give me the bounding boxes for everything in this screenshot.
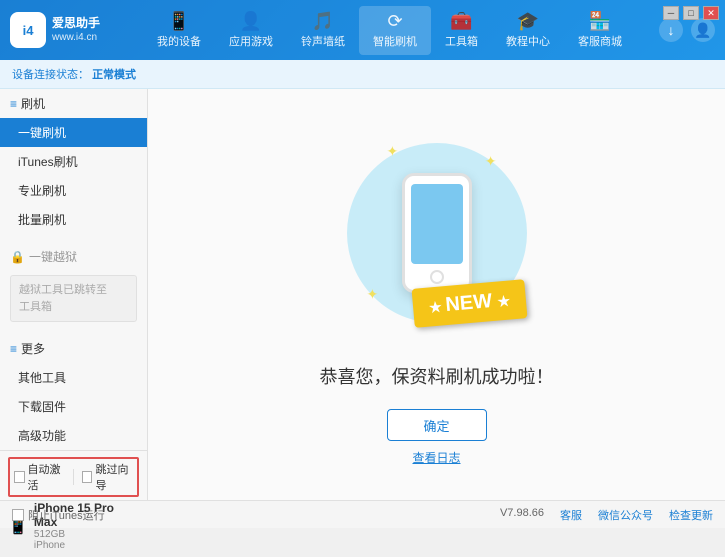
nav-tutorial[interactable]: 🎓 教程中心 <box>492 6 564 55</box>
auto-activate-checkbox[interactable] <box>14 471 25 483</box>
device-bottom: 自动激活 跳过向导 📱 iPhone 15 Pro Max 512GB iPho… <box>0 450 147 557</box>
wechat-link[interactable]: 微信公众号 <box>598 507 653 523</box>
disabled-notice: 越狱工具已跳转至 工具箱 <box>10 275 137 322</box>
header-right: ↓ 👤 <box>659 18 715 42</box>
check-update-link[interactable]: 检查更新 <box>669 507 713 523</box>
stop-itunes-checkbox[interactable] <box>12 509 24 521</box>
sidebar-item-one-key-flash[interactable]: 一键刷机 <box>0 118 147 147</box>
sidebar-section-jailbreak: 🔒 一键越狱 <box>0 242 147 271</box>
download-button[interactable]: ↓ <box>659 18 683 42</box>
skip-backup-checkbox[interactable] <box>82 471 93 483</box>
sidebar-item-pro-flash[interactable]: 专业刷机 <box>0 176 147 205</box>
header: i4 爱思助手 www.i4.cn 📱 我的设备 👤 应用游戏 🎵 铃声墙纸 ⟳ <box>0 0 725 60</box>
nav-smart-flash[interactable]: ⟳ 智能刷机 <box>359 6 431 55</box>
sidebar-item-batch-flash[interactable]: 批量刷机 <box>0 205 147 234</box>
stop-itunes-label: 阻止iTunes运行 <box>28 507 105 523</box>
toolbox-icon: 🧰 <box>450 12 472 30</box>
phone-body <box>402 173 472 293</box>
logo-area: i4 爱思助手 www.i4.cn <box>10 12 120 48</box>
sidebar-item-itunes-flash[interactable]: iTunes刷机 <box>0 147 147 176</box>
app-games-icon: 👤 <box>240 12 262 30</box>
ringtones-icon: 🎵 <box>312 12 334 30</box>
phone-home-button <box>430 270 444 284</box>
nav-bar: 📱 我的设备 👤 应用游戏 🎵 铃声墙纸 ⟳ 智能刷机 🧰 工具箱 🎓 教 <box>120 6 659 55</box>
sidebar-item-advanced[interactable]: 高级功能 <box>0 421 147 450</box>
logo-text: 爱思助手 www.i4.cn <box>52 15 100 46</box>
window-controls: ─ □ ✕ <box>663 6 719 20</box>
main-layout: ≡ 刷机 一键刷机 iTunes刷机 专业刷机 批量刷机 🔒 一键越狱 <box>0 89 725 500</box>
view-log-link[interactable]: 查看日志 <box>412 449 460 466</box>
logo-icon: i4 <box>10 12 46 48</box>
minimize-button[interactable]: ─ <box>663 6 679 20</box>
sparkle-icon-3: ✦ <box>367 286 379 303</box>
sparkle-icon-2: ✦ <box>485 153 497 170</box>
store-icon: 🏪 <box>589 12 611 30</box>
new-badge: NEW <box>412 279 528 328</box>
sidebar-section-more: ≡ 更多 <box>0 334 147 363</box>
sidebar-item-download-firmware[interactable]: 下载固件 <box>0 392 147 421</box>
tutorial-icon: 🎓 <box>517 12 539 30</box>
sparkle-icon-1: ✦ <box>387 143 399 160</box>
my-device-icon: 📱 <box>168 12 190 30</box>
nav-ringtones[interactable]: 🎵 铃声墙纸 <box>287 6 359 55</box>
customer-service-link[interactable]: 客服 <box>560 507 582 523</box>
footer-left: 阻止iTunes运行 <box>12 507 105 523</box>
maximize-button[interactable]: □ <box>683 6 699 20</box>
nav-app-games[interactable]: 👤 应用游戏 <box>215 6 287 55</box>
confirm-button[interactable]: 确定 <box>387 409 487 441</box>
version-label: V7.98.66 <box>500 507 544 523</box>
skip-backup-option[interactable]: 跳过向导 <box>82 461 133 493</box>
phone-illustration: ✦ ✦ ✦ NEW <box>327 123 547 343</box>
smart-flash-icon: ⟳ <box>387 12 402 30</box>
footer-right: V7.98.66 客服 微信公众号 检查更新 <box>500 507 713 523</box>
success-message: 恭喜您，保资料刷机成功啦！ <box>320 363 554 389</box>
content-area: ✦ ✦ ✦ NEW 恭喜您，保资料刷机成功啦！ 确定 查看日志 <box>148 89 725 500</box>
nav-store[interactable]: 🏪 客服商城 <box>564 6 636 55</box>
nav-my-device[interactable]: 📱 我的设备 <box>143 6 215 55</box>
breadcrumb: 设备连接状态： 正常模式 <box>0 60 725 89</box>
auto-activate-option[interactable]: 自动激活 <box>14 461 65 493</box>
device-options-row: 自动激活 跳过向导 <box>8 457 139 497</box>
nav-toolbox[interactable]: 🧰 工具箱 <box>431 6 492 55</box>
device-type: iPhone <box>34 540 139 551</box>
close-button[interactable]: ✕ <box>703 6 719 20</box>
option-divider <box>73 469 74 485</box>
sidebar: ≡ 刷机 一键刷机 iTunes刷机 专业刷机 批量刷机 🔒 一键越狱 <box>0 89 148 500</box>
user-button[interactable]: 👤 <box>691 18 715 42</box>
sidebar-item-other-tools[interactable]: 其他工具 <box>0 363 147 392</box>
device-storage: 512GB <box>34 529 139 540</box>
phone-screen <box>411 184 463 264</box>
sidebar-section-flash: ≡ 刷机 <box>0 89 147 118</box>
